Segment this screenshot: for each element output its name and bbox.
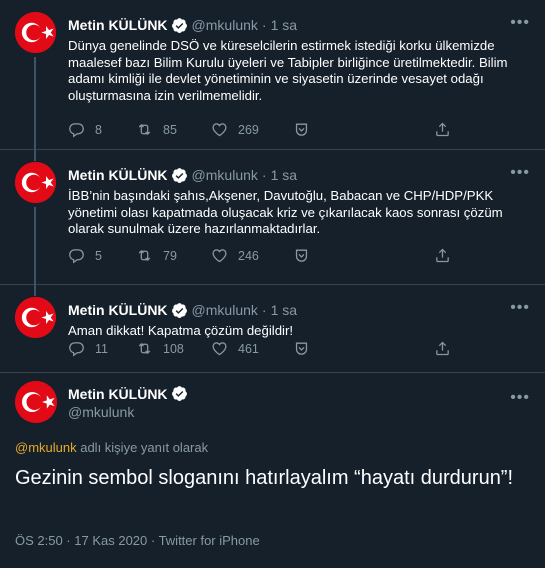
turkish-flag-icon: [15, 381, 57, 423]
thread-line: [34, 207, 36, 285]
share-icon: [434, 121, 451, 138]
retweet-button[interactable]: 79: [136, 247, 177, 264]
tweet-header: Metin KÜLÜNK @mkulunk · 1 sa: [68, 166, 297, 184]
thread-line: [34, 285, 36, 296]
author-handle[interactable]: @mkulunk: [192, 301, 258, 319]
separator: ·: [261, 17, 267, 33]
tweet[interactable]: Metin KÜLÜNK @mkulunk · 1 sa ••• İBB’nin…: [0, 150, 545, 285]
verified-badge-icon: [171, 167, 188, 184]
author-name-row: Metin KÜLÜNK: [68, 385, 192, 402]
mention-link[interactable]: @mkulunk: [15, 440, 77, 455]
reply-count: 11: [95, 341, 108, 356]
share-button[interactable]: [434, 340, 461, 357]
tweet-text: İBB’nin başındaki şahıs,Akşener, Davutoğ…: [68, 188, 503, 236]
share-icon: [434, 247, 451, 264]
more-icon[interactable]: •••: [510, 164, 530, 182]
bookmark-button[interactable]: [293, 340, 320, 357]
thread-line: [34, 57, 36, 150]
reply-context-text: adlı kişiye yanıt olarak: [76, 440, 209, 455]
action-bar: 11 108 461: [68, 340, 458, 360]
bookmark-button[interactable]: [293, 121, 320, 138]
bookmark-icon: [293, 340, 310, 357]
reply-count: 8: [95, 122, 102, 137]
author-handle[interactable]: @mkulunk: [68, 404, 134, 420]
turkish-flag-icon: [15, 162, 56, 203]
like-count: 246: [238, 248, 259, 263]
more-icon[interactable]: •••: [510, 14, 530, 32]
like-button[interactable]: 246: [211, 247, 259, 264]
author-name[interactable]: Metin KÜLÜNK: [68, 301, 168, 319]
retweet-icon: [136, 340, 153, 357]
turkish-flag-icon: [15, 12, 56, 53]
avatar[interactable]: [15, 297, 56, 338]
author-name[interactable]: Metin KÜLÜNK: [68, 166, 168, 184]
reply-count: 5: [95, 248, 102, 263]
tweet-text: Aman dikkat! Kapatma çözüm değildir!: [68, 323, 294, 338]
separator: ·: [261, 167, 267, 183]
reply-button[interactable]: 5: [68, 247, 102, 264]
tweet-text: Gezinin sembol sloganını hatırlayalım “h…: [15, 467, 514, 489]
reply-context: @mkulunk adlı kişiye yanıt olarak: [15, 440, 208, 455]
tweet[interactable]: Metin KÜLÜNK @mkulunk · 1 sa ••• Aman di…: [0, 285, 545, 373]
author-name[interactable]: Metin KÜLÜNK: [68, 386, 168, 402]
reply-icon: [68, 340, 85, 357]
avatar[interactable]: [15, 12, 56, 53]
tweet-metadata[interactable]: ÖS 2:50 · 17 Kas 2020 · Twitter for iPho…: [15, 533, 260, 548]
heart-icon: [211, 121, 228, 138]
retweet-icon: [136, 247, 153, 264]
share-button[interactable]: [434, 247, 461, 264]
tweet-text: Dünya genelinde DSÖ ve küreselcilerin es…: [68, 38, 508, 103]
bookmark-icon: [293, 247, 310, 264]
heart-icon: [211, 247, 228, 264]
author-handle[interactable]: @mkulunk: [192, 166, 258, 184]
retweet-count: 108: [163, 341, 184, 356]
turkish-flag-icon: [15, 297, 56, 338]
more-icon[interactable]: •••: [510, 389, 530, 407]
timestamp[interactable]: 1 sa: [271, 301, 297, 319]
retweet-count: 79: [163, 248, 177, 263]
bookmark-button[interactable]: [293, 247, 320, 264]
retweet-button[interactable]: 85: [136, 121, 177, 138]
verified-badge-icon: [171, 385, 188, 402]
author-handle[interactable]: @mkulunk: [192, 16, 258, 34]
tweet-header: Metin KÜLÜNK @mkulunk · 1 sa: [68, 16, 297, 34]
avatar[interactable]: [15, 162, 56, 203]
thread-line: [34, 150, 36, 161]
timestamp[interactable]: 1 sa: [271, 166, 297, 184]
like-count: 269: [238, 122, 259, 137]
retweet-button[interactable]: 108: [136, 340, 184, 357]
retweet-icon: [136, 121, 153, 138]
heart-icon: [211, 340, 228, 357]
like-button[interactable]: 461: [211, 340, 259, 357]
avatar[interactable]: [15, 381, 57, 423]
author-name[interactable]: Metin KÜLÜNK: [68, 16, 168, 34]
action-bar: 5 79 246: [68, 247, 458, 267]
separator: ·: [261, 302, 267, 318]
timestamp[interactable]: 1 sa: [271, 16, 297, 34]
tweet[interactable]: Metin KÜLÜNK @mkulunk · 1 sa ••• Dünya g…: [0, 0, 545, 150]
reply-button[interactable]: 11: [68, 340, 108, 357]
like-button[interactable]: 269: [211, 121, 259, 138]
verified-badge-icon: [171, 302, 188, 319]
focused-tweet: Metin KÜLÜNK @mkulunk ••• @mkulunk adlı …: [0, 373, 545, 568]
share-button[interactable]: [434, 121, 461, 138]
more-icon[interactable]: •••: [510, 299, 530, 317]
retweet-count: 85: [163, 122, 177, 137]
tweet-header: Metin KÜLÜNK @mkulunk · 1 sa: [68, 301, 297, 319]
reply-icon: [68, 247, 85, 264]
share-icon: [434, 340, 451, 357]
verified-badge-icon: [171, 17, 188, 34]
bookmark-icon: [293, 121, 310, 138]
reply-button[interactable]: 8: [68, 121, 102, 138]
reply-icon: [68, 121, 85, 138]
action-bar: 8 85 269: [68, 121, 458, 141]
like-count: 461: [238, 341, 259, 356]
